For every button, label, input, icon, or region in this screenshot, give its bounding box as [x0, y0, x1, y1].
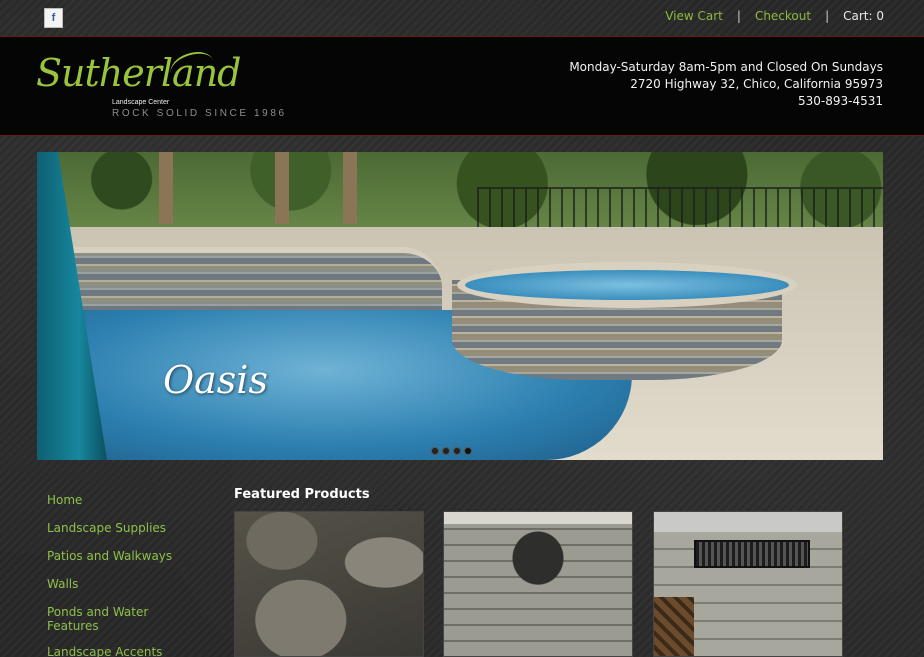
sidebar-nav: Home Landscape Supplies Patios and Walkw… — [47, 493, 217, 657]
sidebar-item-label[interactable]: Ponds and Water Features — [47, 605, 148, 633]
logo-tagline: ROCK SOLID SINCE 1986 — [112, 108, 287, 119]
hero-spa — [457, 262, 797, 308]
product-card-stone-basins[interactable] — [234, 511, 424, 657]
separator: | — [736, 9, 741, 23]
slider-dot-active[interactable] — [464, 447, 472, 455]
sidebar-item-home[interactable]: Home — [47, 493, 217, 507]
checkout-link[interactable]: Checkout — [755, 9, 811, 23]
sidebar-item-label[interactable]: Patios and Walkways — [47, 549, 172, 563]
product-card-grill-station[interactable] — [653, 511, 843, 657]
store-phone: 530-893-4531 — [797, 94, 883, 108]
sidebar-item-label[interactable]: Walls — [47, 577, 78, 591]
hero-caption: Oasis — [163, 358, 268, 402]
view-cart-link[interactable]: View Cart — [665, 9, 723, 23]
store-address: 2720 Highway 32, Chico, California 95973 — [630, 77, 883, 91]
slider-dot[interactable] — [431, 447, 439, 455]
featured-products-heading: Featured Products — [234, 487, 370, 502]
sidebar-item-landscape-accents[interactable]: Landscape Accents — [47, 645, 217, 657]
logo-subtitle: Landscape Center — [112, 99, 170, 106]
hero-stone-wall — [62, 247, 442, 312]
sidebar-item-label[interactable]: Home — [47, 493, 82, 507]
sidebar-item-patios-walkways[interactable]: Patios and Walkways — [47, 549, 217, 563]
sidebar-item-landscape-supplies[interactable]: Landscape Supplies — [47, 521, 217, 535]
hero-post — [343, 152, 357, 224]
store-hours: Monday-Saturday 8am-5pm and Closed On Su… — [569, 60, 883, 74]
top-links: View Cart | Checkout | Cart: 0 — [665, 9, 884, 23]
slider-dots — [431, 447, 472, 455]
sidebar-item-walls[interactable]: Walls — [47, 577, 217, 591]
facebook-icon[interactable]: f — [44, 8, 63, 28]
cart-count[interactable]: Cart: 0 — [843, 9, 884, 23]
slider-dot[interactable] — [442, 447, 450, 455]
hero-post — [159, 152, 173, 224]
slider-dot[interactable] — [453, 447, 461, 455]
product-card-fire-pit[interactable] — [443, 511, 633, 657]
sidebar-item-label[interactable]: Landscape Accents — [47, 645, 162, 657]
separator: | — [825, 9, 830, 23]
sidebar-item-label[interactable]: Landscape Supplies — [47, 521, 166, 535]
hero-slider-image[interactable] — [37, 152, 883, 460]
top-bar: f View Cart | Checkout | Cart: 0 — [0, 0, 924, 36]
sidebar-item-ponds-water-features[interactable]: Ponds and Water Features — [47, 605, 167, 633]
hero-post — [275, 152, 289, 224]
contact-info: Monday-Saturday 8am-5pm and Closed On Su… — [569, 59, 883, 110]
site-header: Sutherland Landscape Center ROCK SOLID S… — [0, 36, 924, 136]
